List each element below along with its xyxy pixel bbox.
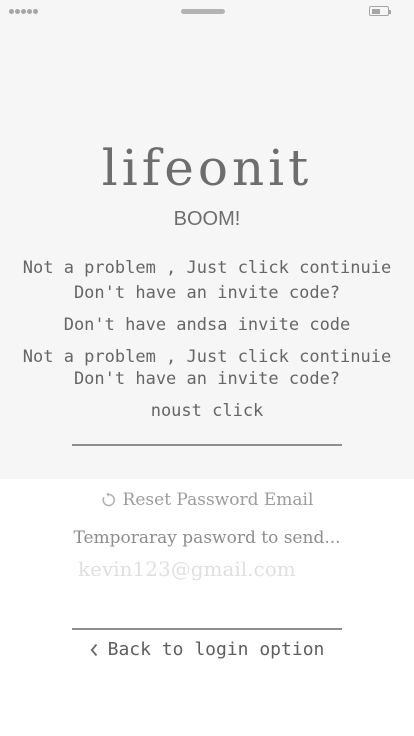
signal-dots-icon bbox=[9, 9, 38, 15]
back-to-login-label: Back to login option bbox=[107, 639, 325, 660]
email-input[interactable] bbox=[72, 553, 342, 585]
message-line: Not a problem , Just click continuie bbox=[22, 347, 392, 367]
message-line: Don't have an invite code? bbox=[73, 369, 341, 389]
status-bar bbox=[0, 0, 414, 24]
refresh-icon bbox=[101, 492, 117, 508]
reset-password-email-button[interactable]: Reset Password Email bbox=[0, 488, 414, 512]
temporary-password-text: Temporaray pasword to send... bbox=[73, 528, 341, 548]
divider bbox=[72, 628, 342, 630]
divider bbox=[72, 444, 342, 446]
message-line: Don't have an invite code? bbox=[73, 283, 341, 303]
app-logo: lifeonit bbox=[101, 139, 313, 197]
drag-handle-icon[interactable] bbox=[181, 9, 225, 14]
message-line: Not a problem , Just click continuie bbox=[22, 258, 392, 278]
message-line: noust click bbox=[150, 401, 264, 421]
reset-password-label: Reset Password Email bbox=[122, 490, 314, 510]
tagline: BOOM! bbox=[173, 208, 241, 230]
message-line: Don't have andsa invite code bbox=[63, 315, 351, 335]
back-to-login-button[interactable]: Back to login option bbox=[0, 638, 414, 662]
chevron-left-icon bbox=[90, 643, 98, 657]
battery-icon bbox=[369, 6, 391, 17]
